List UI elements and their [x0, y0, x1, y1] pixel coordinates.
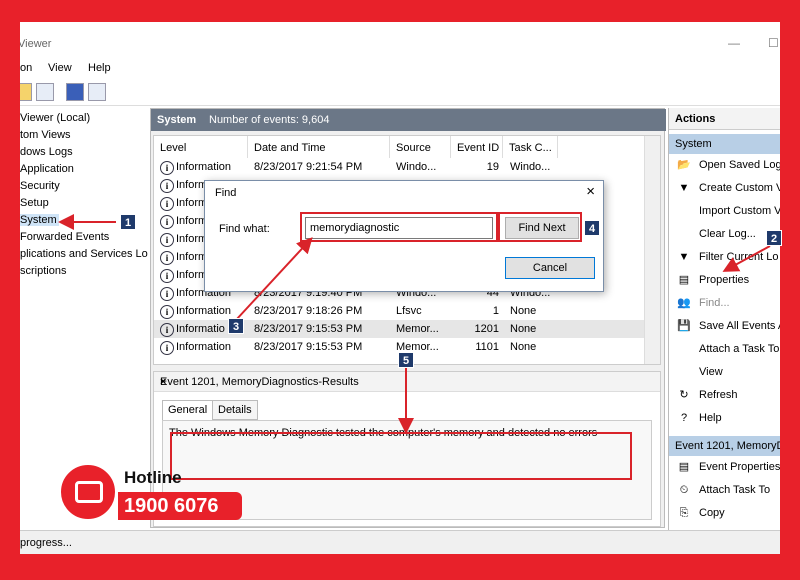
- hotline-title: Hotline: [124, 468, 182, 487]
- arrow-3: [235, 237, 313, 321]
- callout-4: 4: [584, 220, 600, 236]
- screenshot: { "window": {"title": "Viewer", "min": "…: [0, 0, 800, 580]
- hotline-badge: 1900 6076 Hotline: [58, 462, 248, 522]
- callout-3: 3: [228, 318, 244, 334]
- arrow-2: [722, 245, 771, 272]
- hotline-logo: [58, 462, 118, 522]
- hotline-number: 1900 6076: [118, 492, 242, 520]
- callout-1: 1: [120, 214, 136, 230]
- callout-5: 5: [398, 352, 414, 368]
- computer-icon: [75, 481, 103, 503]
- callout-2: 2: [766, 230, 782, 246]
